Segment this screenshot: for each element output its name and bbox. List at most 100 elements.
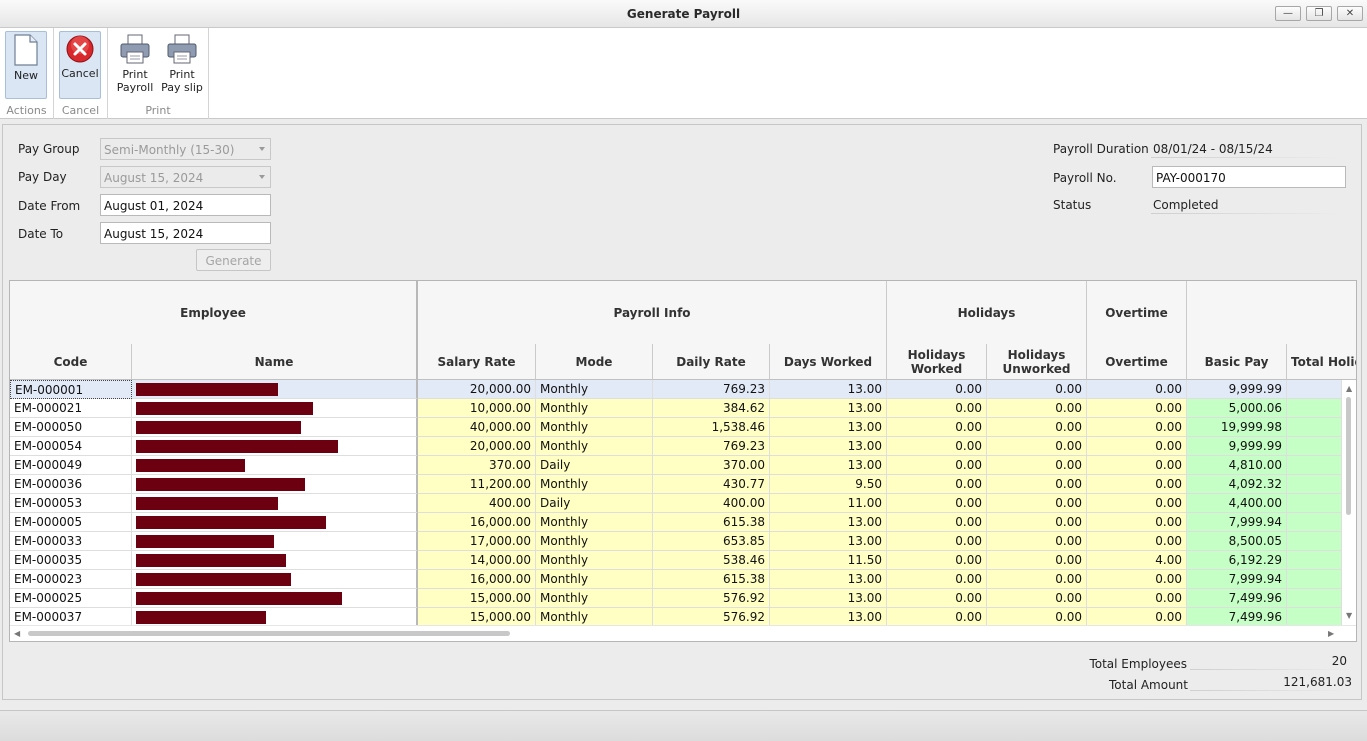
cell-salary-rate[interactable]: 370.00 [418, 456, 536, 475]
cell-code[interactable]: EM-000053 [10, 494, 132, 513]
cell-basic-pay[interactable]: 4,400.00 [1187, 494, 1287, 513]
cell-daily-rate[interactable]: 538.46 [653, 551, 770, 570]
cell-name[interactable] [132, 570, 418, 589]
cell-code[interactable]: EM-000036 [10, 475, 132, 494]
cell-salary-rate[interactable]: 16,000.00 [418, 570, 536, 589]
cell-basic-pay[interactable]: 9,999.99 [1187, 380, 1287, 399]
cell-total-holidays[interactable] [1287, 456, 1342, 475]
cell-daily-rate[interactable]: 370.00 [653, 456, 770, 475]
cell-holidays-unworked[interactable]: 0.00 [987, 456, 1087, 475]
horizontal-scroll-thumb[interactable] [28, 631, 510, 636]
table-row[interactable]: EM-000049 370.00 Daily 370.00 13.00 0.00 0.00 0… [10, 456, 1342, 475]
col-name[interactable]: Name [132, 344, 418, 380]
cell-overtime[interactable]: 0.00 [1087, 513, 1187, 532]
cell-code[interactable]: EM-000005 [10, 513, 132, 532]
col-holidays-unworked[interactable]: Holidays Unworked [987, 344, 1087, 380]
cell-name[interactable] [132, 399, 418, 418]
cell-mode[interactable]: Daily [536, 494, 653, 513]
cell-daily-rate[interactable]: 769.23 [653, 380, 770, 399]
cell-days-worked[interactable]: 13.00 [770, 380, 887, 399]
table-row[interactable]: EM-000023 16,000.00 Monthly 615.38 13.00 0.00… [10, 570, 1342, 589]
col-mode[interactable]: Mode [536, 344, 653, 380]
cell-basic-pay[interactable]: 9,999.99 [1187, 437, 1287, 456]
cell-overtime[interactable]: 4.00 [1087, 551, 1187, 570]
col-overtime[interactable]: Overtime [1087, 344, 1187, 380]
cell-overtime[interactable]: 0.00 [1087, 418, 1187, 437]
cell-overtime[interactable]: 0.00 [1087, 532, 1187, 551]
cell-basic-pay[interactable]: 5,000.06 [1187, 399, 1287, 418]
cell-total-holidays[interactable] [1287, 532, 1342, 551]
cell-holidays-worked[interactable]: 0.00 [887, 437, 987, 456]
vertical-scroll-thumb[interactable] [1346, 397, 1351, 515]
cell-overtime[interactable]: 0.00 [1087, 570, 1187, 589]
cell-daily-rate[interactable]: 769.23 [653, 437, 770, 456]
cell-salary-rate[interactable]: 20,000.00 [418, 437, 536, 456]
vertical-scrollbar[interactable]: ▲ ▼ [1342, 380, 1356, 625]
cell-salary-rate[interactable]: 10,000.00 [418, 399, 536, 418]
cell-mode[interactable]: Monthly [536, 513, 653, 532]
cell-holidays-unworked[interactable]: 0.00 [987, 532, 1087, 551]
cell-overtime[interactable]: 0.00 [1087, 589, 1187, 608]
cell-holidays-worked[interactable]: 0.00 [887, 570, 987, 589]
cell-name[interactable] [132, 513, 418, 532]
cell-holidays-worked[interactable]: 0.00 [887, 475, 987, 494]
table-row[interactable]: EM-000033 17,000.00 Monthly 653.85 13.00 0.00… [10, 532, 1342, 551]
cell-days-worked[interactable]: 9.50 [770, 475, 887, 494]
cell-daily-rate[interactable]: 576.92 [653, 589, 770, 608]
table-row[interactable]: EM-000035 14,000.00 Monthly 538.46 11.50 0.00… [10, 551, 1342, 570]
cell-basic-pay[interactable]: 6,192.29 [1187, 551, 1287, 570]
cell-salary-rate[interactable]: 40,000.00 [418, 418, 536, 437]
col-holidays-worked[interactable]: Holidays Worked [887, 344, 987, 380]
cell-name[interactable] [132, 551, 418, 570]
table-row[interactable]: EM-000005 16,000.00 Monthly 615.38 13.00 0.00… [10, 513, 1342, 532]
minimize-button[interactable]: — [1275, 6, 1301, 21]
cell-daily-rate[interactable]: 400.00 [653, 494, 770, 513]
cell-total-holidays[interactable] [1287, 475, 1342, 494]
cell-total-holidays[interactable] [1287, 570, 1342, 589]
cell-daily-rate[interactable]: 615.38 [653, 513, 770, 532]
cell-holidays-unworked[interactable]: 0.00 [987, 513, 1087, 532]
cell-total-holidays[interactable] [1287, 437, 1342, 456]
cell-total-holidays[interactable] [1287, 589, 1342, 608]
scroll-right-icon[interactable]: ▶ [1328, 629, 1334, 638]
cell-holidays-unworked[interactable]: 0.00 [987, 494, 1087, 513]
cell-holidays-worked[interactable]: 0.00 [887, 551, 987, 570]
cell-name[interactable] [132, 475, 418, 494]
print-payroll-button[interactable]: Print Payroll [113, 31, 157, 99]
new-button[interactable]: New [5, 31, 47, 99]
cell-salary-rate[interactable]: 14,000.00 [418, 551, 536, 570]
table-row[interactable]: EM-000036 11,200.00 Monthly 430.77 9.50 0.00 0… [10, 475, 1342, 494]
cell-name[interactable] [132, 418, 418, 437]
cell-overtime[interactable]: 0.00 [1087, 456, 1187, 475]
cell-salary-rate[interactable]: 20,000.00 [418, 380, 536, 399]
cell-holidays-unworked[interactable]: 0.00 [987, 399, 1087, 418]
cell-days-worked[interactable]: 13.00 [770, 437, 887, 456]
cell-holidays-unworked[interactable]: 0.00 [987, 418, 1087, 437]
pay-group-select[interactable]: Semi-Monthly (15-30) [100, 138, 271, 160]
table-row[interactable]: EM-000001 20,000.00 Monthly 769.23 13.00 0.00… [10, 380, 1342, 399]
cell-overtime[interactable]: 0.00 [1087, 380, 1187, 399]
cell-basic-pay[interactable]: 8,500.05 [1187, 532, 1287, 551]
table-row[interactable]: EM-000054 20,000.00 Monthly 769.23 13.00 0.00… [10, 437, 1342, 456]
col-total-holidays[interactable]: Total Holida [1287, 344, 1356, 380]
cell-days-worked[interactable]: 13.00 [770, 513, 887, 532]
col-basic-pay[interactable]: Basic Pay [1187, 344, 1287, 380]
cell-daily-rate[interactable]: 430.77 [653, 475, 770, 494]
cell-code[interactable]: EM-000021 [10, 399, 132, 418]
cell-code[interactable]: EM-000025 [10, 589, 132, 608]
cell-days-worked[interactable]: 11.00 [770, 494, 887, 513]
cell-name[interactable] [132, 437, 418, 456]
col-salary-rate[interactable]: Salary Rate [418, 344, 536, 380]
cell-holidays-worked[interactable]: 0.00 [887, 399, 987, 418]
cell-name[interactable] [132, 380, 418, 399]
cell-days-worked[interactable]: 13.00 [770, 418, 887, 437]
cell-name[interactable] [132, 589, 418, 608]
scroll-left-icon[interactable]: ◀ [14, 629, 20, 638]
cell-daily-rate[interactable]: 384.62 [653, 399, 770, 418]
cell-daily-rate[interactable]: 653.85 [653, 532, 770, 551]
cancel-button[interactable]: Cancel [59, 31, 101, 99]
cell-salary-rate[interactable]: 16,000.00 [418, 513, 536, 532]
cell-holidays-worked[interactable]: 0.00 [887, 380, 987, 399]
cell-total-holidays[interactable] [1287, 551, 1342, 570]
cell-holidays-worked[interactable]: 0.00 [887, 456, 987, 475]
